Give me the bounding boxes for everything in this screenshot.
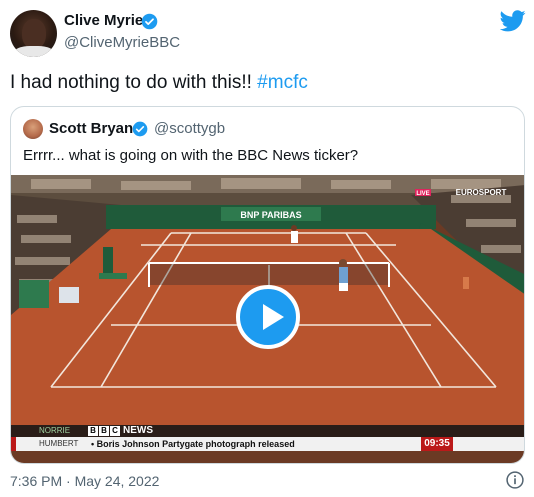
play-icon [263,304,284,330]
tweet-text-body: I had nothing to do with this!! [10,72,258,93]
score-name-top: NORRIE [39,426,71,435]
bbc-letter: B [88,426,98,436]
author-avatar[interactable] [10,10,57,57]
ticker-headline-text: Boris Johnson Partygate photograph relea… [96,439,295,449]
twitter-bird-icon[interactable] [500,10,526,32]
bnp-banner-text: BNP PARIBAS [240,210,301,220]
bbc-logo: B B C [88,426,120,436]
info-icon[interactable] [505,470,525,490]
verified-badge-icon [141,13,158,30]
bbc-news-ticker: NORRIE HUMBERT B B C NEWS • Boris Johnso… [11,425,524,451]
ticker-clock: 09:35 [421,437,453,451]
quoted-verified-badge-icon [132,121,148,137]
bbc-letter: C [110,426,120,436]
tweet-card: Clive Myrie @CliveMyrieBBC I had nothing… [0,0,534,497]
player-near [339,259,348,291]
quoted-author-handle[interactable]: @scottygb [154,120,225,137]
author-handle[interactable]: @CliveMyrieBBC [64,34,180,51]
bbc-letter: B [99,426,109,436]
quoted-author-avatar[interactable] [23,119,43,139]
news-label: NEWS [123,425,153,436]
quoted-tweet-text: Errrr... what is going on with the BBC N… [23,147,359,164]
tweet-text: I had nothing to do with this!! #mcfc [10,72,308,94]
hashtag-link[interactable]: #mcfc [257,72,308,93]
ticker-red-marker [11,437,16,451]
quoted-author-name[interactable]: Scott Bryan [49,120,133,137]
ticker-headline: • Boris Johnson Partygate photograph rel… [91,439,295,449]
live-tag: LIVE [416,191,429,197]
avatar-face [22,19,46,49]
video-player[interactable]: BNP PARIBAS LIVE EUROSPORT NORRIE HUMBER… [11,175,524,463]
play-button[interactable] [236,285,300,349]
avatar-shirt [14,46,54,57]
channel-logo: EUROSPORT [456,188,507,197]
player-far [291,225,298,243]
quoted-tweet[interactable]: Scott Bryan @scottygb Errrr... what is g… [10,106,525,464]
score-name-bottom: HUMBERT [39,439,79,448]
tweet-timestamp[interactable]: 7:36 PM · May 24, 2022 [10,473,159,489]
author-name[interactable]: Clive Myrie [64,12,143,29]
